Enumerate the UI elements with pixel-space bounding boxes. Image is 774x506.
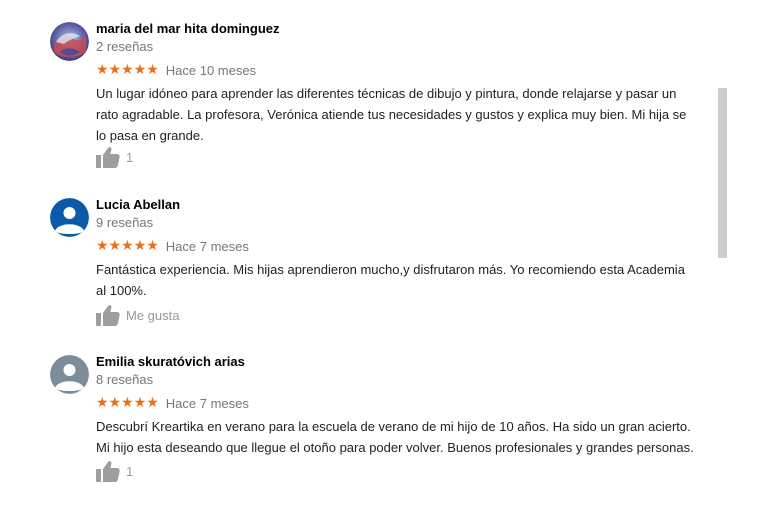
review-text: Fantástica experiencia. Mis hijas aprend… [96,262,685,298]
like-button[interactable]: 1 [96,146,133,168]
star-rating: ★★★★★ [96,62,159,78]
avatar[interactable] [50,355,89,394]
rating-row: ★★★★★ Hace 7 meses [96,237,249,255]
user-photo-icon [50,22,89,61]
review-time: Hace 10 meses [165,62,257,78]
review-count[interactable]: 8 reseñas [96,372,153,387]
review-time: Hace 7 meses [165,238,249,254]
star-rating: ★★★★★ [96,238,159,254]
review-item: maria del mar hita dominguez 2 reseñas ★… [50,21,700,172]
review-text: Un lugar idóneo para aprender las difere… [96,86,687,143]
rating-row: ★★★★★ Hace 10 meses [96,61,256,79]
like-button[interactable]: 1 [96,460,133,482]
author-name[interactable]: maria del mar hita dominguez [96,21,280,36]
like-button[interactable]: Me gusta [96,304,179,326]
star-rating: ★★★★★ [96,395,159,411]
thumbs-up-icon [96,461,120,482]
review-count[interactable]: 9 reseñas [96,215,153,230]
like-label: Me gusta [126,307,180,323]
avatar[interactable] [50,22,89,61]
avatar[interactable] [50,198,89,237]
default-avatar-icon [50,198,89,237]
review-time: Hace 7 meses [165,395,249,411]
thumbs-up-icon [96,305,120,326]
rating-row: ★★★★★ Hace 7 meses [96,394,249,412]
author-name[interactable]: Emilia skuratóvich arias [96,354,245,369]
review-text: Descubrí Kreartika en verano para la esc… [96,419,694,455]
like-count: 1 [126,149,134,165]
review-count[interactable]: 2 reseñas [96,39,153,54]
scrollbar-thumb[interactable] [718,88,727,258]
review-item: Lucia Abellan 9 reseñas ★★★★★ Hace 7 mes… [50,197,700,328]
like-count: 1 [126,463,134,479]
default-avatar-icon [50,355,89,394]
review-item: Emilia skuratóvich arias 8 reseñas ★★★★★… [50,354,700,495]
thumbs-up-icon [96,147,120,168]
author-name[interactable]: Lucia Abellan [96,197,180,212]
